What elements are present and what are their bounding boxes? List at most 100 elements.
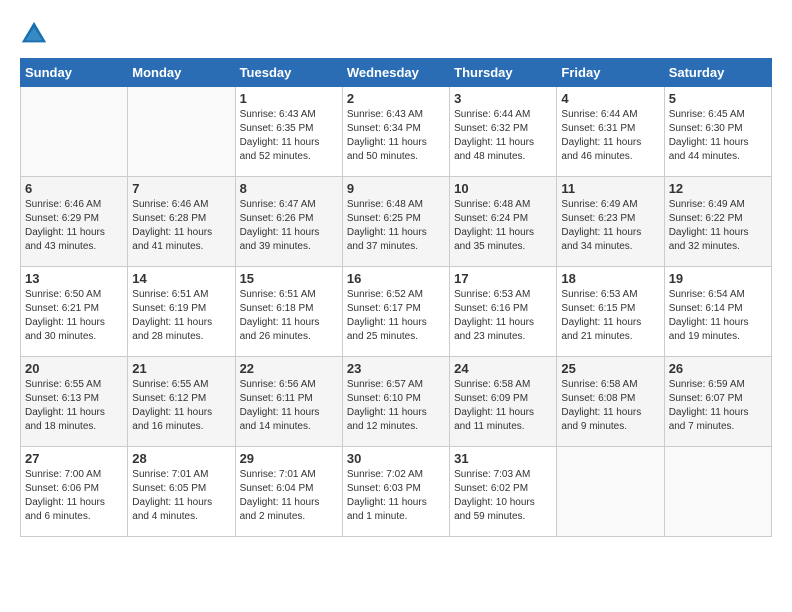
- day-info: Sunrise: 6:51 AM Sunset: 6:18 PM Dayligh…: [240, 288, 338, 344]
- day-number: 27: [25, 451, 123, 466]
- week-row-3: 13 Sunrise: 6:50 AM Sunset: 6:21 PM Dayli…: [21, 267, 772, 357]
- calendar-cell: [128, 87, 235, 177]
- calendar-cell: 28 Sunrise: 7:01 AM Sunset: 6:05 PM Dayli…: [128, 447, 235, 537]
- day-number: 21: [132, 361, 230, 376]
- day-number: 5: [669, 91, 767, 106]
- calendar-cell: 21 Sunrise: 6:55 AM Sunset: 6:12 PM Dayli…: [128, 357, 235, 447]
- day-info: Sunrise: 6:46 AM Sunset: 6:29 PM Dayligh…: [25, 198, 123, 254]
- calendar-cell: 29Sunrise: 7:01 AM Sunset: 6:04 PM Dayli…: [235, 447, 342, 537]
- logo-icon: [20, 20, 48, 48]
- header-tuesday: Tuesday: [235, 59, 342, 87]
- calendar-cell: 9Sunrise: 6:48 AM Sunset: 6:25 PM Daylig…: [342, 177, 449, 267]
- day-info: Sunrise: 6:49 AM Sunset: 6:23 PM Dayligh…: [561, 198, 659, 254]
- day-number: 29: [240, 451, 338, 466]
- calendar-cell: [21, 87, 128, 177]
- day-info: Sunrise: 6:55 AM Sunset: 6:13 PM Dayligh…: [25, 378, 123, 434]
- day-info: Sunrise: 6:48 AM Sunset: 6:24 PM Dayligh…: [454, 198, 552, 254]
- calendar-cell: 23 Sunrise: 6:57 AM Sunset: 6:10 PM Dayli…: [342, 357, 449, 447]
- day-info: Sunrise: 6:59 AM Sunset: 6:07 PM Dayligh…: [669, 378, 767, 434]
- day-number: 17: [454, 271, 552, 286]
- calendar-cell: 8 Sunrise: 6:47 AM Sunset: 6:26 PM Daylig…: [235, 177, 342, 267]
- header-friday: Friday: [557, 59, 664, 87]
- day-info: Sunrise: 6:46 AM Sunset: 6:28 PM Dayligh…: [132, 198, 230, 254]
- day-number: 16: [347, 271, 445, 286]
- day-info: Sunrise: 6:44 AM Sunset: 6:31 PM Dayligh…: [561, 108, 659, 164]
- day-info: Sunrise: 6:47 AM Sunset: 6:26 PM Dayligh…: [240, 198, 338, 254]
- day-info: Sunrise: 7:01 AM Sunset: 6:05 PM Dayligh…: [132, 468, 230, 524]
- logo: [20, 20, 52, 48]
- day-number: 23: [347, 361, 445, 376]
- calendar-cell: [557, 447, 664, 537]
- week-row-4: 20 Sunrise: 6:55 AM Sunset: 6:13 PM Dayli…: [21, 357, 772, 447]
- calendar-cell: 19 Sunrise: 6:54 AM Sunset: 6:14 PM Dayli…: [664, 267, 771, 357]
- day-number: 1: [240, 91, 338, 106]
- calendar-cell: 27Sunrise: 7:00 AM Sunset: 6:06 PM Dayli…: [21, 447, 128, 537]
- calendar-cell: 7 Sunrise: 6:46 AM Sunset: 6:28 PM Daylig…: [128, 177, 235, 267]
- day-info: Sunrise: 6:49 AM Sunset: 6:22 PM Dayligh…: [669, 198, 767, 254]
- calendar-cell: 30Sunrise: 7:02 AM Sunset: 6:03 PM Dayli…: [342, 447, 449, 537]
- day-number: 20: [25, 361, 123, 376]
- day-info: Sunrise: 6:45 AM Sunset: 6:30 PM Dayligh…: [669, 108, 767, 164]
- calendar-cell: 22 Sunrise: 6:56 AM Sunset: 6:11 PM Dayli…: [235, 357, 342, 447]
- calendar-cell: 20 Sunrise: 6:55 AM Sunset: 6:13 PM Dayli…: [21, 357, 128, 447]
- header-thursday: Thursday: [450, 59, 557, 87]
- calendar-cell: 17 Sunrise: 6:53 AM Sunset: 6:16 PM Dayli…: [450, 267, 557, 357]
- week-row-5: 27Sunrise: 7:00 AM Sunset: 6:06 PM Dayli…: [21, 447, 772, 537]
- calendar-cell: 18Sunrise: 6:53 AM Sunset: 6:15 PM Dayli…: [557, 267, 664, 357]
- calendar-header: SundayMondayTuesdayWednesdayThursdayFrid…: [21, 59, 772, 87]
- calendar-cell: 4Sunrise: 6:44 AM Sunset: 6:31 PM Daylig…: [557, 87, 664, 177]
- calendar-cell: 1 Sunrise: 6:43 AM Sunset: 6:35 PM Daylig…: [235, 87, 342, 177]
- header-sunday: Sunday: [21, 59, 128, 87]
- calendar-cell: 14 Sunrise: 6:51 AM Sunset: 6:19 PM Dayli…: [128, 267, 235, 357]
- day-number: 31: [454, 451, 552, 466]
- week-row-1: 1 Sunrise: 6:43 AM Sunset: 6:35 PM Daylig…: [21, 87, 772, 177]
- day-number: 2: [347, 91, 445, 106]
- day-number: 7: [132, 181, 230, 196]
- day-number: 19: [669, 271, 767, 286]
- day-number: 8: [240, 181, 338, 196]
- day-info: Sunrise: 6:43 AM Sunset: 6:34 PM Dayligh…: [347, 108, 445, 164]
- calendar-cell: 10 Sunrise: 6:48 AM Sunset: 6:24 PM Dayli…: [450, 177, 557, 267]
- day-info: Sunrise: 6:55 AM Sunset: 6:12 PM Dayligh…: [132, 378, 230, 434]
- day-number: 22: [240, 361, 338, 376]
- day-number: 10: [454, 181, 552, 196]
- calendar-cell: 16 Sunrise: 6:52 AM Sunset: 6:17 PM Dayli…: [342, 267, 449, 357]
- calendar-cell: [664, 447, 771, 537]
- day-info: Sunrise: 6:54 AM Sunset: 6:14 PM Dayligh…: [669, 288, 767, 344]
- day-number: 3: [454, 91, 552, 106]
- day-number: 26: [669, 361, 767, 376]
- calendar-cell: 13 Sunrise: 6:50 AM Sunset: 6:21 PM Dayli…: [21, 267, 128, 357]
- day-number: 18: [561, 271, 659, 286]
- day-number: 28: [132, 451, 230, 466]
- calendar-cell: 26 Sunrise: 6:59 AM Sunset: 6:07 PM Dayli…: [664, 357, 771, 447]
- calendar-cell: 11Sunrise: 6:49 AM Sunset: 6:23 PM Dayli…: [557, 177, 664, 267]
- day-info: Sunrise: 6:58 AM Sunset: 6:09 PM Dayligh…: [454, 378, 552, 434]
- day-number: 14: [132, 271, 230, 286]
- header-saturday: Saturday: [664, 59, 771, 87]
- calendar-body: 1 Sunrise: 6:43 AM Sunset: 6:35 PM Daylig…: [21, 87, 772, 537]
- header-wednesday: Wednesday: [342, 59, 449, 87]
- day-info: Sunrise: 6:58 AM Sunset: 6:08 PM Dayligh…: [561, 378, 659, 434]
- day-number: 15: [240, 271, 338, 286]
- calendar-cell: 2 Sunrise: 6:43 AM Sunset: 6:34 PM Daylig…: [342, 87, 449, 177]
- day-info: Sunrise: 6:51 AM Sunset: 6:19 PM Dayligh…: [132, 288, 230, 344]
- day-info: Sunrise: 6:56 AM Sunset: 6:11 PM Dayligh…: [240, 378, 338, 434]
- day-info: Sunrise: 7:03 AM Sunset: 6:02 PM Dayligh…: [454, 468, 552, 524]
- day-info: Sunrise: 6:53 AM Sunset: 6:16 PM Dayligh…: [454, 288, 552, 344]
- day-info: Sunrise: 6:50 AM Sunset: 6:21 PM Dayligh…: [25, 288, 123, 344]
- day-number: 13: [25, 271, 123, 286]
- calendar-cell: 15 Sunrise: 6:51 AM Sunset: 6:18 PM Dayli…: [235, 267, 342, 357]
- day-info: Sunrise: 6:52 AM Sunset: 6:17 PM Dayligh…: [347, 288, 445, 344]
- calendar-cell: 31 Sunrise: 7:03 AM Sunset: 6:02 PM Dayli…: [450, 447, 557, 537]
- day-info: Sunrise: 6:43 AM Sunset: 6:35 PM Dayligh…: [240, 108, 338, 164]
- week-row-2: 6Sunrise: 6:46 AM Sunset: 6:29 PM Daylig…: [21, 177, 772, 267]
- calendar-cell: 6Sunrise: 6:46 AM Sunset: 6:29 PM Daylig…: [21, 177, 128, 267]
- day-info: Sunrise: 7:02 AM Sunset: 6:03 PM Dayligh…: [347, 468, 445, 524]
- day-number: 12: [669, 181, 767, 196]
- calendar-cell: 24 Sunrise: 6:58 AM Sunset: 6:09 PM Dayli…: [450, 357, 557, 447]
- day-number: 24: [454, 361, 552, 376]
- day-number: 9: [347, 181, 445, 196]
- day-info: Sunrise: 6:57 AM Sunset: 6:10 PM Dayligh…: [347, 378, 445, 434]
- header-row: SundayMondayTuesdayWednesdayThursdayFrid…: [21, 59, 772, 87]
- day-number: 25: [561, 361, 659, 376]
